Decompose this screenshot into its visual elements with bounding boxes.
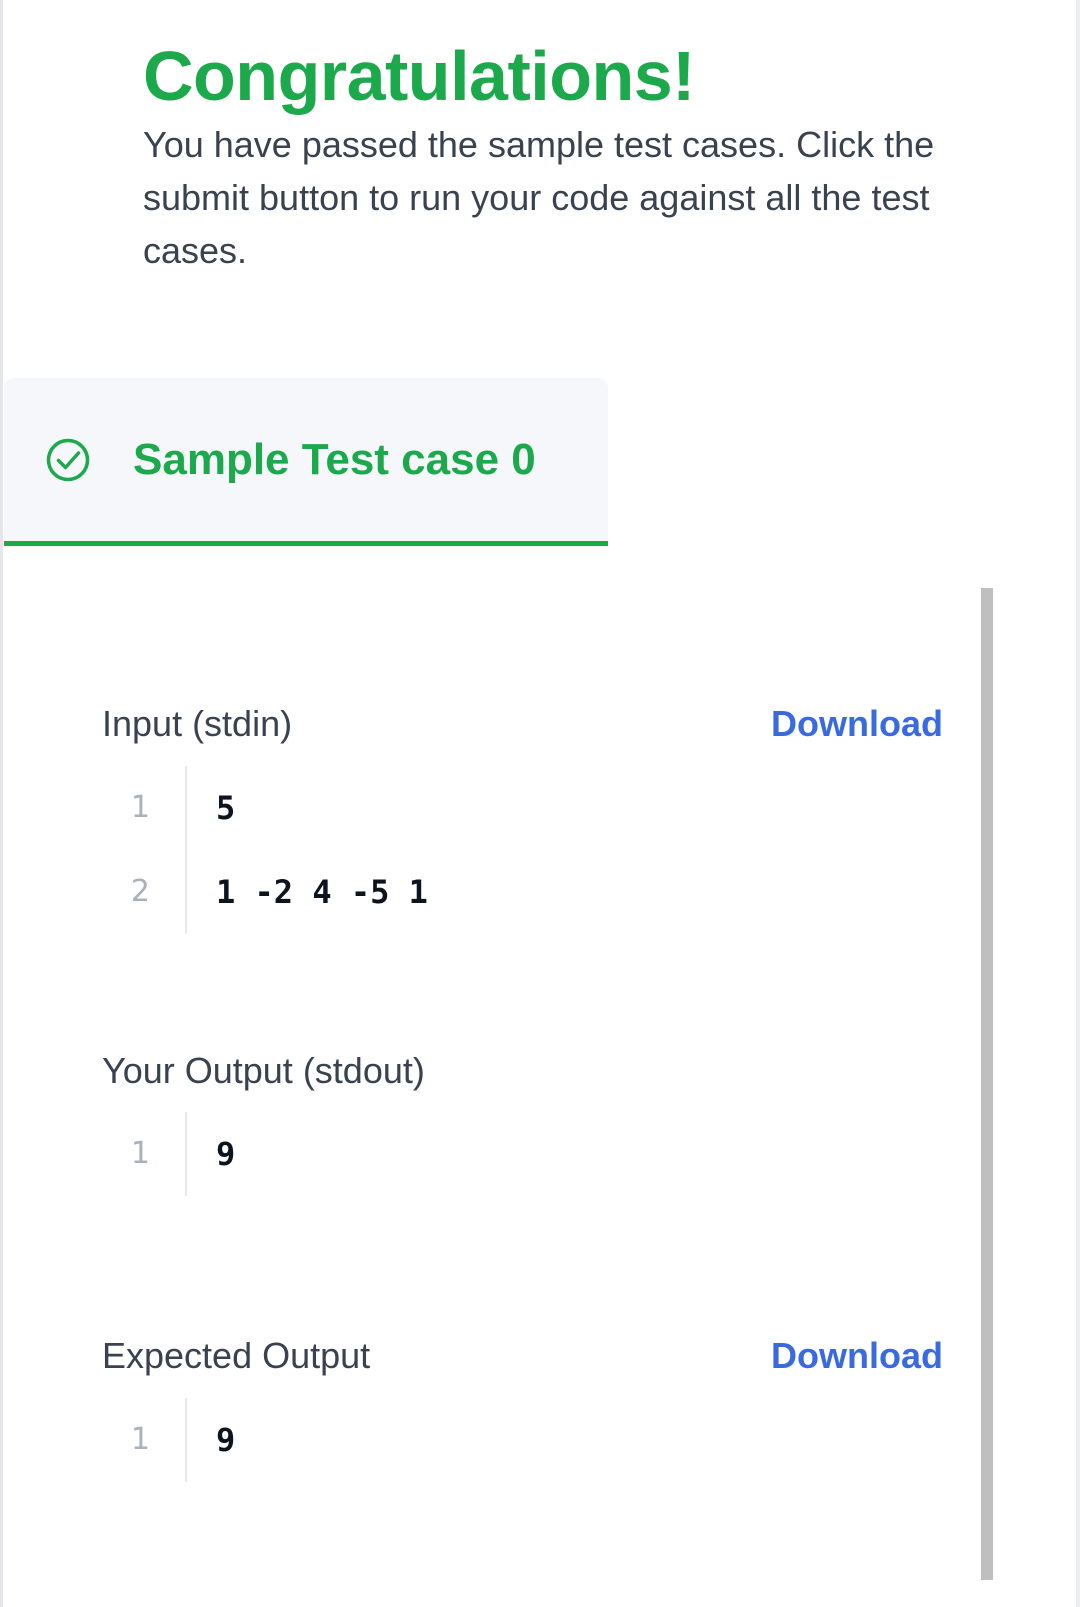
- expected-download-link[interactable]: Download: [771, 1334, 943, 1378]
- tab-active-underline: [4, 541, 608, 546]
- line-number: 1: [130, 1136, 150, 1171]
- input-download-link[interactable]: Download: [771, 702, 943, 746]
- code-line: 2 1 -2 4 -5 1: [102, 850, 902, 934]
- vertical-scrollbar[interactable]: [981, 588, 993, 1580]
- line-code: 9: [216, 1421, 236, 1459]
- output-code-block: 1 9: [102, 1112, 902, 1196]
- congratulations-title: Congratulations!: [143, 37, 695, 115]
- congratulations-message: You have passed the sample test cases. C…: [143, 124, 935, 271]
- tab-label: Sample Test case 0: [133, 435, 536, 484]
- line-code: 1 -2 4 -5 1: [216, 873, 428, 911]
- expected-code-block: 1 9: [102, 1398, 902, 1482]
- code-line: 1 9: [102, 1398, 902, 1482]
- line-number: 1: [130, 790, 150, 825]
- code-line: 1 9: [102, 1112, 902, 1196]
- input-stdin-label: Input (stdin): [102, 703, 293, 744]
- expected-output-label: Expected Output: [102, 1335, 371, 1376]
- code-line: 1 5: [102, 766, 902, 850]
- your-output-label: Your Output (stdout): [102, 1050, 425, 1091]
- frame-left-border: [0, 0, 3, 1607]
- line-number: 1: [130, 1422, 150, 1457]
- line-number: 2: [130, 874, 150, 909]
- frame-right-border: [1076, 0, 1080, 1607]
- check-circle-icon: [46, 438, 90, 482]
- line-code: 9: [216, 1135, 236, 1173]
- line-code: 5: [216, 789, 236, 827]
- input-code-block: 1 5 2 1 -2 4 -5 1: [102, 766, 902, 934]
